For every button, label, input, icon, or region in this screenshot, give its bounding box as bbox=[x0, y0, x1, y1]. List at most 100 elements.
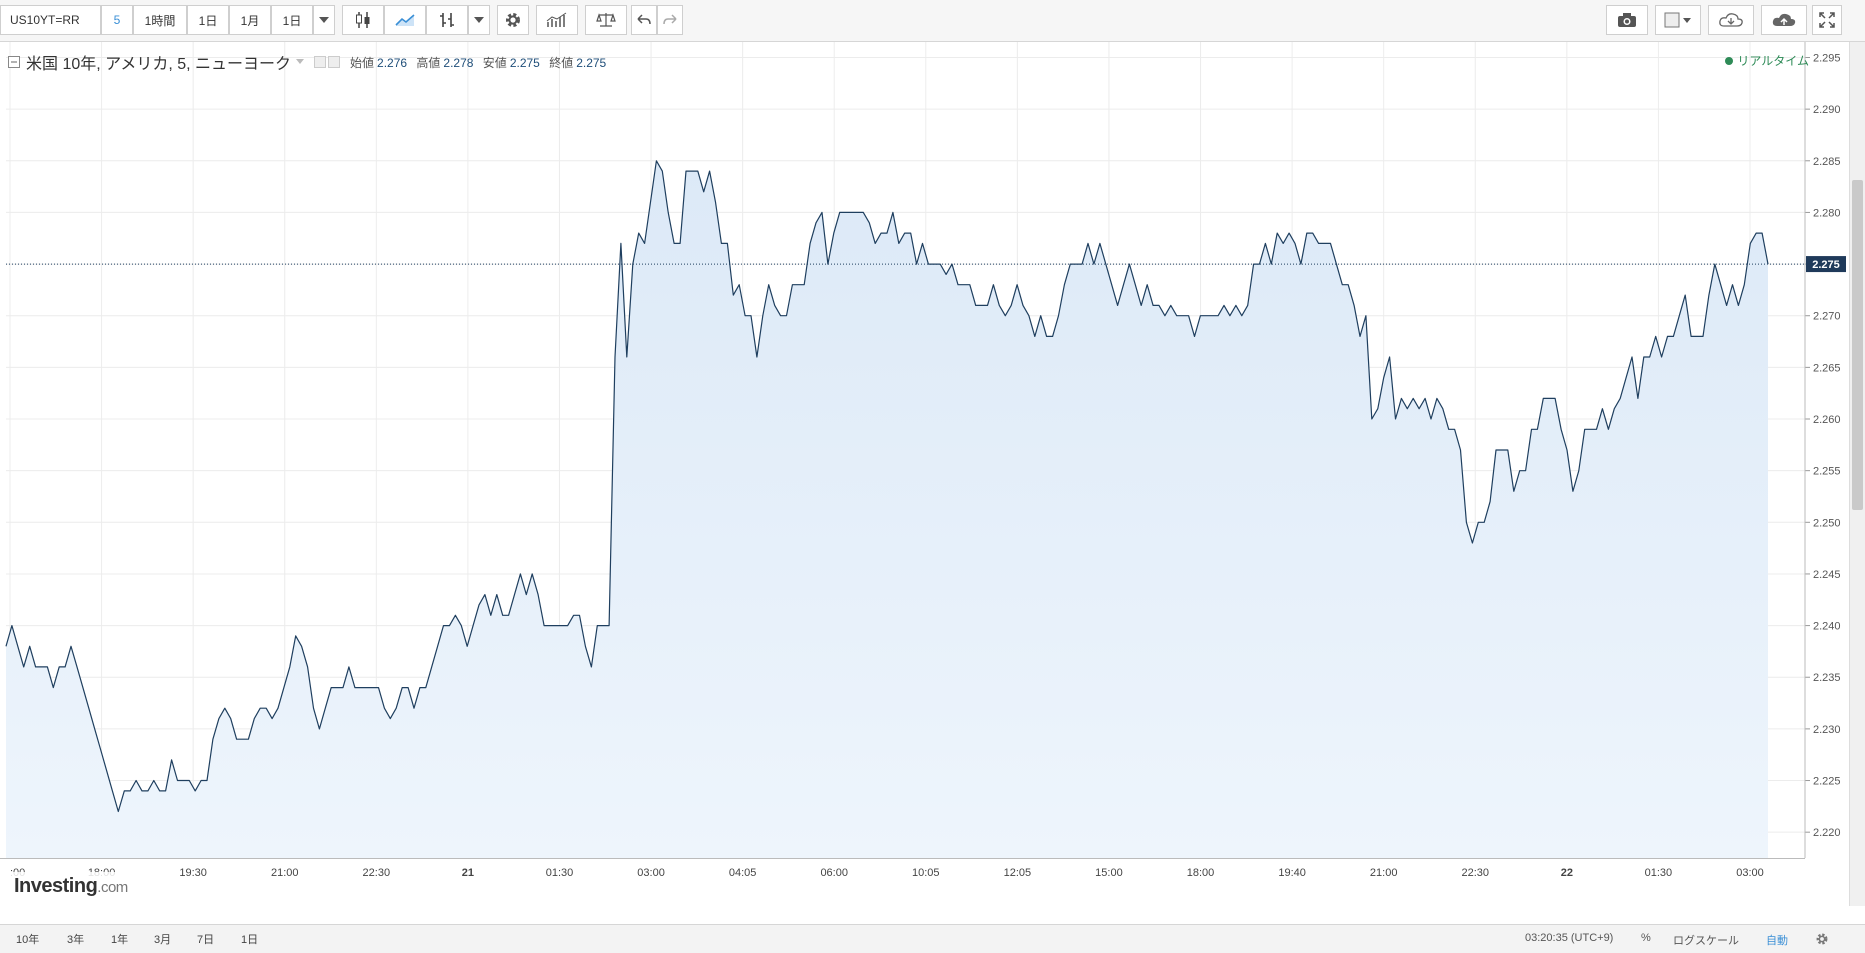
bottom-bar: 10年 3年 1年 3月 7日 1日 03:20:35 (UTC+9) % ログ… bbox=[0, 924, 1865, 953]
y-tick-label: 2.245 bbox=[1813, 569, 1841, 581]
cloud-download-icon bbox=[1719, 13, 1743, 27]
candlestick-icon bbox=[356, 12, 370, 28]
low-value: 2.275 bbox=[509, 55, 540, 70]
time-axis[interactable]: :0018:0019:3021:0022:302101:3003:0004:05… bbox=[0, 858, 1805, 880]
gear-icon bbox=[506, 13, 520, 27]
interval-1day-button-2[interactable]: 1日 bbox=[271, 5, 313, 35]
undo-button[interactable] bbox=[631, 5, 657, 35]
y-tick-label: 2.255 bbox=[1813, 466, 1841, 478]
price-series bbox=[5, 160, 1805, 859]
x-tick-label: 03:00 bbox=[637, 867, 665, 879]
open-value: 2.276 bbox=[377, 55, 408, 70]
symbol-input[interactable]: US10YT=RR bbox=[0, 5, 101, 35]
x-tick-label: 10:05 bbox=[912, 867, 940, 879]
candlestick-chart-button[interactable] bbox=[342, 5, 384, 35]
x-tick-label: 03:00 bbox=[1736, 867, 1764, 879]
auto-scale-button[interactable]: 自動 bbox=[1766, 932, 1788, 948]
cloud-upload-button[interactable] bbox=[1761, 5, 1807, 35]
interval-1day-button[interactable]: 1日 bbox=[187, 5, 229, 35]
y-tick-label: 2.250 bbox=[1813, 517, 1841, 529]
interval-input[interactable]: 5 bbox=[101, 5, 133, 35]
hide-series-icon[interactable] bbox=[314, 56, 341, 68]
clock-display: 03:20:35 (UTC+9) bbox=[1525, 932, 1614, 944]
legend-title[interactable]: 米国 10年, アメリカ, 5, ニューヨーク bbox=[26, 50, 291, 74]
fullscreen-icon bbox=[1819, 12, 1835, 28]
cloud-upload-icon bbox=[1772, 13, 1796, 26]
x-tick-label: 22:30 bbox=[363, 867, 391, 879]
x-tick-label: 04:05 bbox=[729, 867, 757, 879]
y-tick-label: 2.295 bbox=[1813, 52, 1841, 64]
close-value: 2.275 bbox=[576, 55, 607, 70]
y-tick-label: 2.220 bbox=[1813, 827, 1841, 839]
scrollbar-thumb[interactable] bbox=[1852, 180, 1863, 510]
area-fill bbox=[6, 160, 1768, 859]
screenshot-button[interactable] bbox=[1606, 5, 1648, 35]
current-price-label: 2.275 bbox=[1812, 259, 1840, 271]
percent-scale-button[interactable]: % bbox=[1641, 932, 1651, 944]
fullscreen-button[interactable] bbox=[1812, 5, 1842, 35]
price-axis[interactable]: 2.220 2.225 2.230 2.235 2.240 2.245 2.250 2.255… bbox=[1804, 42, 1846, 858]
x-tick-label: 22 bbox=[1561, 867, 1573, 879]
chart-toolbar: US10YT=RR 5 1時間 1日 1月 1日 bbox=[0, 0, 1865, 42]
chart-layout-button[interactable] bbox=[1655, 5, 1701, 35]
chevron-down-icon bbox=[474, 17, 484, 23]
x-tick-label: 01:30 bbox=[546, 867, 574, 879]
logo-main: Investing bbox=[14, 875, 98, 897]
x-tick-label: 22:30 bbox=[1461, 867, 1489, 879]
y-tick-label: 2.280 bbox=[1813, 207, 1841, 219]
ohlc-values: 始値 2.276 高値 2.278 安値 2.275 終値 2.275 bbox=[350, 54, 612, 71]
price-scrollbar[interactable] bbox=[1849, 42, 1865, 906]
high-value: 2.278 bbox=[443, 55, 474, 70]
legend-dropdown-icon[interactable] bbox=[296, 59, 306, 65]
realtime-label: リアルタイム bbox=[1737, 54, 1809, 68]
x-tick-label: 19:30 bbox=[179, 867, 207, 879]
x-tick-label: 06:00 bbox=[820, 867, 848, 879]
bar-chart-button[interactable] bbox=[426, 5, 468, 35]
high-label: 高値 bbox=[416, 55, 441, 70]
close-label: 終値 bbox=[549, 55, 574, 70]
range-1d-button[interactable]: 1日 bbox=[241, 931, 258, 947]
y-tick-label: 2.240 bbox=[1813, 621, 1841, 633]
indicators-button[interactable] bbox=[536, 5, 578, 35]
y-tick-label: 2.260 bbox=[1813, 414, 1841, 426]
gear-icon[interactable] bbox=[1815, 932, 1829, 946]
range-1m-button[interactable]: 7日 bbox=[197, 931, 214, 947]
chart-area[interactable]: 2.220 2.225 2.230 2.235 2.240 2.245 2.250 2.255… bbox=[0, 42, 1865, 906]
range-3y-button[interactable]: 3年 bbox=[67, 931, 84, 947]
realtime-indicator: リアルタイム bbox=[1725, 52, 1809, 69]
logo-suffix: .com bbox=[97, 879, 128, 896]
interval-dropdown-button[interactable] bbox=[313, 5, 335, 35]
range-3m-button[interactable]: 3月 bbox=[154, 931, 171, 947]
log-scale-button[interactable]: ログスケール bbox=[1673, 932, 1739, 948]
x-tick-label: 19:40 bbox=[1278, 867, 1306, 879]
x-tick-label: 21:00 bbox=[271, 867, 299, 879]
open-label: 始値 bbox=[350, 55, 375, 70]
low-label: 安値 bbox=[482, 55, 507, 70]
cloud-download-button[interactable] bbox=[1708, 5, 1754, 35]
ohlc-bar-icon bbox=[440, 13, 454, 27]
range-1y-button[interactable]: 1年 bbox=[111, 931, 128, 947]
y-tick-label: 2.225 bbox=[1813, 776, 1841, 788]
redo-button[interactable] bbox=[657, 5, 683, 35]
x-tick-label: 21:00 bbox=[1370, 867, 1398, 879]
area-chart-button[interactable] bbox=[384, 5, 426, 35]
y-tick-label: 2.265 bbox=[1813, 362, 1841, 374]
range-10y-button[interactable]: 10年 bbox=[16, 931, 39, 947]
price-chart[interactable]: 2.220 2.225 2.230 2.235 2.240 2.245 2.250 2.255… bbox=[0, 42, 1849, 906]
chart-type-dropdown-button[interactable] bbox=[468, 5, 490, 35]
indicators-icon bbox=[546, 12, 567, 27]
collapse-legend-icon[interactable] bbox=[8, 56, 20, 68]
y-tick-label: 2.285 bbox=[1813, 156, 1841, 168]
redo-icon bbox=[663, 14, 677, 25]
compare-button[interactable] bbox=[585, 5, 627, 35]
area-chart-icon bbox=[395, 14, 415, 26]
y-tick-label: 2.230 bbox=[1813, 724, 1841, 736]
y-tick-label: 2.235 bbox=[1813, 672, 1841, 684]
y-tick-label: 2.270 bbox=[1813, 311, 1841, 323]
interval-1hour-button[interactable]: 1時間 bbox=[133, 5, 187, 35]
settings-button[interactable] bbox=[497, 5, 529, 35]
investing-logo: Investing.com bbox=[8, 872, 134, 901]
x-tick-label: 18:00 bbox=[1187, 867, 1215, 879]
x-tick-label: 12:05 bbox=[1004, 867, 1032, 879]
interval-1month-button[interactable]: 1月 bbox=[229, 5, 271, 35]
